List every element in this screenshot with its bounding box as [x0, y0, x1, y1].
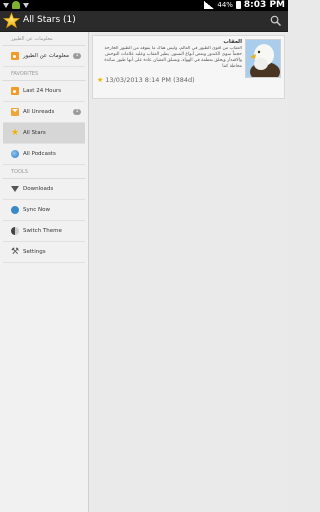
eagle-image-icon — [246, 40, 280, 77]
sidebar-item-label: All Stars — [23, 130, 46, 136]
action-bar: All Stars (1) — [0, 11, 288, 32]
sync-icon — [11, 206, 19, 214]
sidebar-item-settings[interactable]: ⚒ Settings — [3, 242, 85, 263]
sidebar-item-bird-feed[interactable]: معلومات عن الطيور 1 — [3, 46, 85, 67]
article-list: العقاب العقاب من أقوى الطيور في العالم، … — [89, 32, 288, 512]
star-icon: ★ — [11, 128, 20, 138]
podcast-icon — [11, 150, 19, 158]
sidebar-item-sync-now[interactable]: Sync Now — [3, 200, 85, 221]
sidebar-item-last-24-hours[interactable]: Last 24 Hours — [3, 81, 85, 102]
sidebar-item-all-podcasts[interactable]: All Podcasts — [3, 144, 85, 165]
download-notification-icon-2 — [23, 3, 29, 11]
sidebar-item-label: Last 24 Hours — [23, 88, 62, 94]
sidebar-item-switch-theme[interactable]: Switch Theme — [3, 221, 85, 242]
download-icon — [11, 186, 19, 192]
sidebar-item-label: All Unreads — [23, 109, 55, 115]
sidebar-item-downloads[interactable]: Downloads — [3, 179, 85, 200]
article-thumbnail — [245, 39, 281, 78]
battery-icon — [235, 1, 241, 9]
search-icon[interactable] — [270, 15, 281, 26]
star-logo-icon[interactable] — [3, 12, 20, 29]
wrench-icon: ⚒ — [11, 247, 20, 257]
article-excerpt: العقاب من أقوى الطيور في العالم، وليس هن… — [104, 46, 242, 69]
sidebar-item-label: Downloads — [23, 186, 54, 192]
star-icon[interactable]: ★ — [97, 76, 103, 84]
unread-badge: 1 — [73, 109, 81, 115]
page-title: All Stars (1) — [23, 15, 76, 25]
status-bar: 44% 8:03 PM — [0, 0, 288, 11]
signal-icon — [204, 1, 215, 9]
sidebar-item-label: معلومات عن الطيور — [23, 53, 69, 59]
theme-icon — [11, 227, 19, 235]
clock: 8:03 PM — [243, 0, 285, 10]
sidebar-item-label: Switch Theme — [23, 228, 62, 234]
tools-section-header: TOOLS — [2, 165, 86, 179]
feeds-section-header: معلومات عن الطيور — [2, 32, 86, 46]
article-meta: ★ 13/03/2013 8:14 PM (384d) — [97, 76, 195, 84]
sidebar-item-label: Settings — [23, 249, 46, 255]
download-notification-icon — [3, 3, 9, 11]
battery-percent: 44% — [217, 1, 233, 9]
rss-icon — [11, 52, 19, 60]
sidebar-item-label: All Podcasts — [23, 151, 56, 157]
article-card[interactable]: العقاب العقاب من أقوى الطيور في العالم، … — [92, 35, 285, 99]
unread-badge: 1 — [73, 53, 81, 59]
sidebar: معلومات عن الطيور معلومات عن الطيور 1 FA… — [0, 32, 89, 512]
sidebar-item-all-unreads[interactable]: All Unreads 1 — [3, 102, 85, 123]
sidebar-item-label: Sync Now — [23, 207, 50, 213]
article-title: العقاب — [223, 39, 242, 45]
favorites-section-header: FAVORITES — [2, 67, 86, 81]
article-date: 13/03/2013 8:14 PM (384d) — [105, 76, 195, 84]
rss-icon — [11, 87, 19, 95]
sidebar-item-all-stars[interactable]: ★ All Stars — [3, 123, 85, 144]
mail-icon — [11, 108, 19, 116]
android-notification-icon — [12, 1, 20, 9]
